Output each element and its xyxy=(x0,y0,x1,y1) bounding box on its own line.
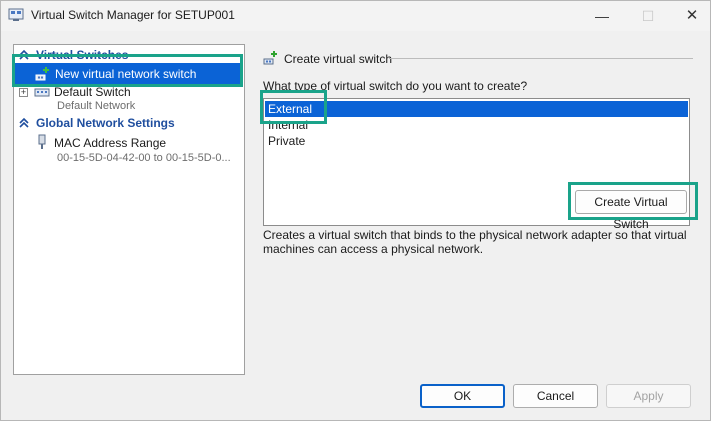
close-button[interactable]: ✕ xyxy=(669,1,711,31)
panel-title: Create virtual switch xyxy=(284,52,393,66)
switch-type-option-internal[interactable]: Internal xyxy=(265,117,688,133)
new-switch-icon xyxy=(35,67,49,81)
navigation-tree[interactable]: Virtual Switches New virtual network swi… xyxy=(13,44,245,375)
maximize-button[interactable]: ☐ xyxy=(625,1,671,31)
tree-item-label: New virtual network switch xyxy=(55,67,197,81)
section-virtual-switches[interactable]: Virtual Switches xyxy=(14,47,244,64)
switch-type-description: Creates a virtual switch that binds to t… xyxy=(263,228,687,256)
create-switch-icon xyxy=(263,51,277,65)
create-virtual-switch-button[interactable]: Create Virtual Switch xyxy=(575,190,687,231)
virtual-switch-manager-window: Virtual Switch Manager for SETUP001 — ☐ … xyxy=(0,0,711,421)
panel-header: Create virtual switch xyxy=(249,44,700,72)
collapse-chevron-icon xyxy=(19,49,29,60)
apply-button[interactable]: Apply xyxy=(606,384,691,408)
mac-address-icon xyxy=(38,134,46,149)
section-global-network-settings[interactable]: Global Network Settings xyxy=(14,115,244,132)
tree-item-label: MAC Address Range xyxy=(54,136,167,150)
section-label: Virtual Switches xyxy=(36,48,129,62)
window-title: Virtual Switch Manager for SETUP001 xyxy=(31,8,235,22)
tree-item-new-virtual-switch[interactable]: New virtual network switch xyxy=(15,63,243,85)
tree-item-label: Default Switch xyxy=(54,85,131,99)
network-switch-icon xyxy=(34,88,50,97)
create-virtual-switch-panel: Create virtual switch What type of virtu… xyxy=(249,44,700,375)
switch-type-option-external[interactable]: External xyxy=(265,101,688,117)
cancel-button[interactable]: Cancel xyxy=(513,384,598,408)
collapse-chevron-icon xyxy=(19,117,29,128)
tree-item-default-switch[interactable]: + Default Switch Default Network xyxy=(14,85,244,113)
virtual-switch-manager-icon xyxy=(8,8,24,21)
expand-icon[interactable]: + xyxy=(19,88,28,97)
ok-button[interactable]: OK xyxy=(420,384,505,408)
switch-type-question: What type of virtual switch do you want … xyxy=(263,79,528,93)
tree-item-sublabel: 00-15-5D-04-42-00 to 00-15-5D-0... xyxy=(57,152,231,164)
minimize-button[interactable]: — xyxy=(579,1,625,31)
tree-item-mac-address-range[interactable]: MAC Address Range 00-15-5D-04-42-00 to 0… xyxy=(14,134,244,164)
tree-item-sublabel: Default Network xyxy=(57,100,136,112)
title-bar[interactable]: Virtual Switch Manager for SETUP001 — ☐ … xyxy=(1,1,710,31)
section-label: Global Network Settings xyxy=(36,116,175,130)
switch-type-option-private[interactable]: Private xyxy=(265,133,688,149)
header-divider xyxy=(389,58,693,59)
